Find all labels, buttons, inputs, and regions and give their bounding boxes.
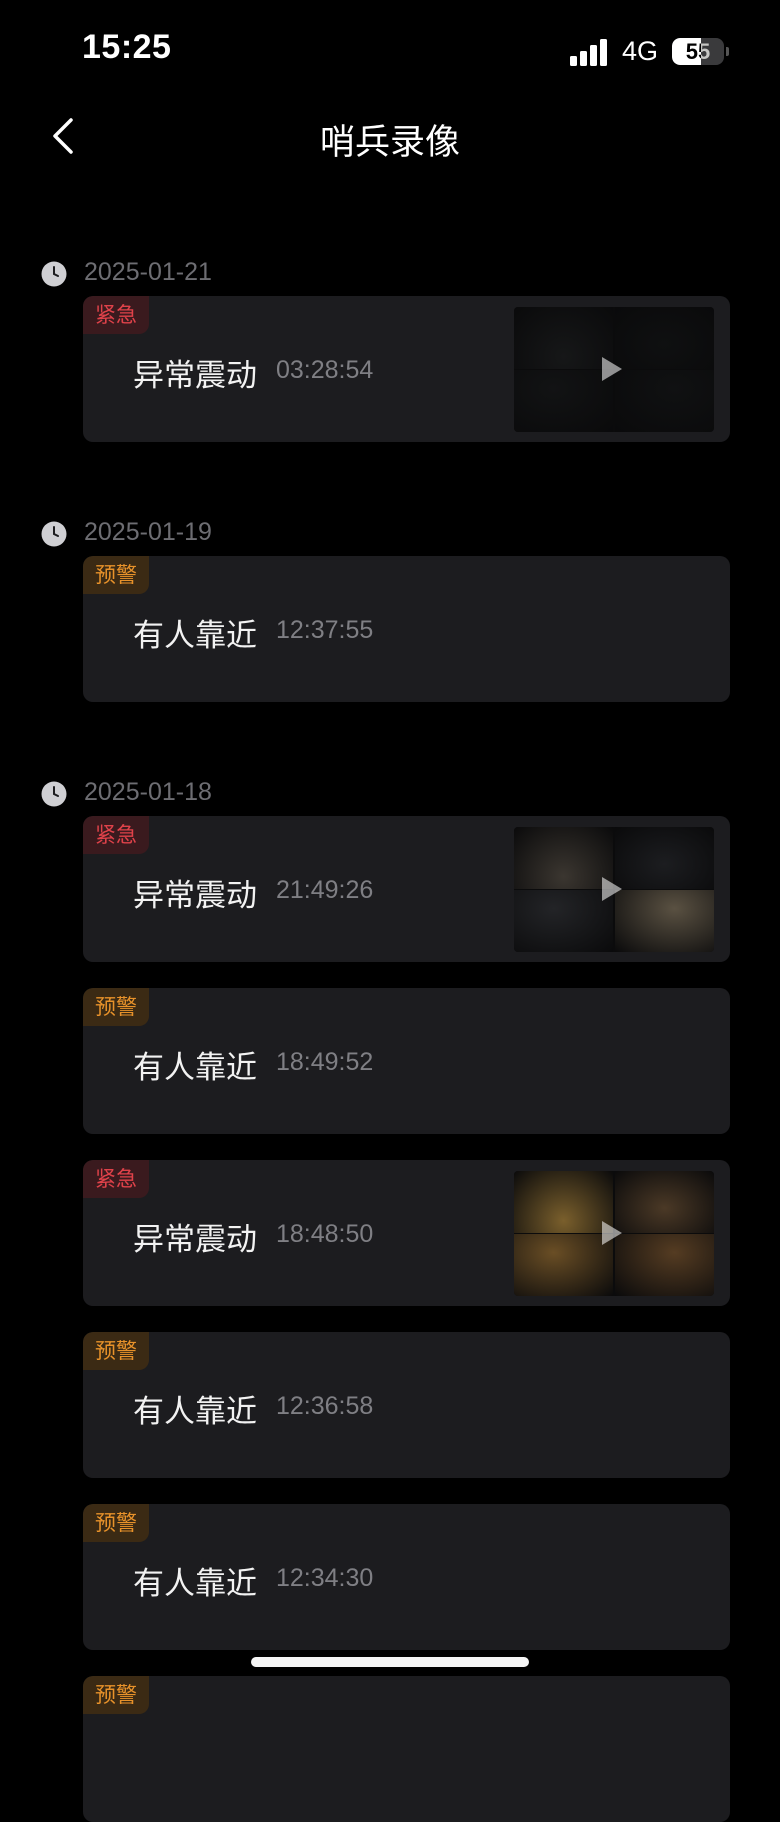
camera-view-left xyxy=(514,890,613,952)
date-label: 2025-01-21 xyxy=(84,258,212,286)
event-time: 21:49:26 xyxy=(276,876,374,904)
camera-view-rear xyxy=(615,1171,714,1233)
event-card[interactable]: 预警 xyxy=(83,1676,730,1822)
event-time: 12:37:55 xyxy=(276,616,374,644)
clock-icon xyxy=(41,521,67,547)
camera-view-right xyxy=(615,370,714,432)
event-time: 12:36:58 xyxy=(276,1392,374,1420)
date-label: 2025-01-18 xyxy=(84,778,212,806)
event-card[interactable]: 预警有人靠近 12:34:30 xyxy=(83,1504,730,1650)
event-card[interactable]: 预警有人靠近 12:37:55 xyxy=(83,556,730,702)
status-bar: 15:25 4G 55 xyxy=(0,0,780,100)
video-thumbnail[interactable] xyxy=(514,1171,714,1296)
battery-icon: 55 xyxy=(672,38,724,65)
camera-view-left xyxy=(514,370,613,432)
camera-view-rear xyxy=(615,827,714,889)
event-timeline[interactable]: 2025-01-21 紧急 异常震动 03:28:54 2025-01-19 预警 有人靠近… xyxy=(0,240,780,1822)
event-card[interactable]: 预警有人靠近 12:36:58 xyxy=(83,1332,730,1478)
camera-view-right xyxy=(615,1234,714,1296)
event-card[interactable]: 紧急异常震动 18:48:50 xyxy=(83,1160,730,1306)
date-header: 2025-01-21 xyxy=(0,240,780,290)
event-time: 18:49:52 xyxy=(276,1048,374,1076)
date-header: 2025-01-18 xyxy=(0,760,780,810)
event-time: 18:48:50 xyxy=(276,1220,374,1248)
camera-view-right xyxy=(615,890,714,952)
event-time: 03:28:54 xyxy=(276,356,374,384)
warning-badge: 预警 xyxy=(83,1676,149,1714)
play-icon xyxy=(602,357,622,381)
date-header: 2025-01-19 xyxy=(0,500,780,550)
home-indicator[interactable] xyxy=(251,1657,529,1667)
video-thumbnail[interactable] xyxy=(514,827,714,952)
camera-view-front xyxy=(514,827,613,889)
navigation-bar: 哨兵录像 xyxy=(0,100,780,180)
camera-view-front xyxy=(514,1171,613,1233)
warning-badge: 预警 xyxy=(83,556,149,594)
event-time: 12:34:30 xyxy=(276,1564,374,1592)
video-thumbnail[interactable] xyxy=(514,307,714,432)
play-icon xyxy=(602,1221,622,1245)
event-title: 有人靠近 xyxy=(133,1394,257,1430)
warning-badge: 预警 xyxy=(83,1332,149,1370)
page-title: 哨兵录像 xyxy=(319,123,460,163)
camera-view-front xyxy=(514,307,613,369)
camera-view-left xyxy=(514,1234,613,1296)
camera-view-rear xyxy=(615,307,714,369)
warning-badge: 预警 xyxy=(83,988,149,1026)
event-title: 有人靠近 xyxy=(133,618,257,654)
clock-icon xyxy=(41,781,67,807)
battery-cap xyxy=(726,47,729,56)
event-card[interactable]: 紧急异常震动 03:28:54 xyxy=(83,296,730,442)
urgent-badge: 紧急 xyxy=(83,296,149,334)
event-title: 有人靠近 xyxy=(133,1566,257,1602)
event-title: 有人靠近 xyxy=(133,1050,257,1086)
cellular-signal-icon xyxy=(570,38,610,66)
urgent-badge: 紧急 xyxy=(83,816,149,854)
status-time: 15:25 xyxy=(82,28,172,66)
battery-level: 55 xyxy=(685,39,711,64)
event-title: 异常震动 xyxy=(133,878,257,914)
event-card[interactable]: 紧急异常震动 21:49:26 xyxy=(83,816,730,962)
play-icon xyxy=(602,877,622,901)
urgent-badge: 紧急 xyxy=(83,1160,149,1198)
date-label: 2025-01-19 xyxy=(84,518,212,546)
event-title: 异常震动 xyxy=(133,358,257,394)
clock-icon xyxy=(41,261,67,287)
warning-badge: 预警 xyxy=(83,1504,149,1542)
event-title: 异常震动 xyxy=(133,1222,257,1258)
event-card[interactable]: 预警有人靠近 18:49:52 xyxy=(83,988,730,1134)
network-type: 4G xyxy=(622,36,659,66)
